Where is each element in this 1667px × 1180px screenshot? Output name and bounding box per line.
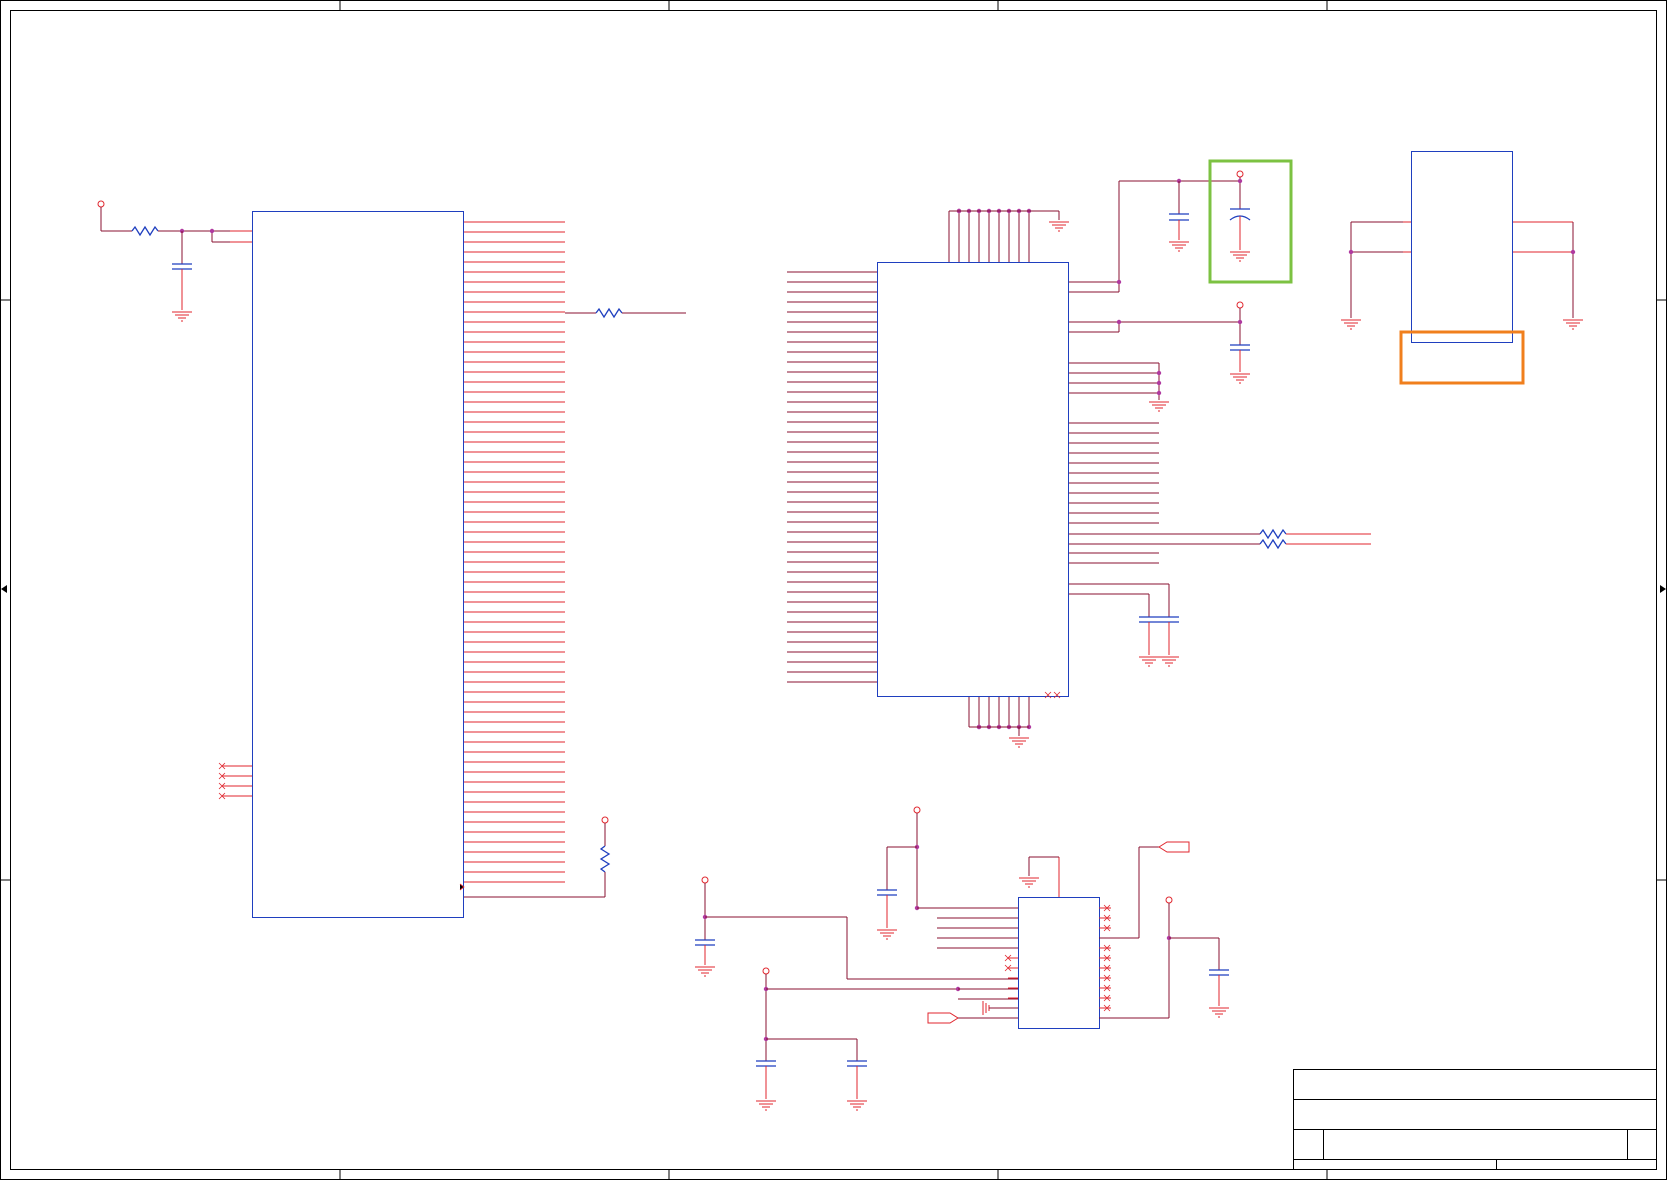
u4-supply-network (695, 806, 1018, 1111)
ground-symbol (1049, 221, 1069, 232)
u2-supply-decoupling (1069, 178, 1240, 293)
title-block (1293, 1069, 1657, 1170)
u2-load-capacitors (1069, 583, 1179, 667)
ic-u2-right-pins (1069, 422, 1159, 564)
ic-u4-right-pins (1099, 904, 1111, 1019)
pullup-resistor-r3 (459, 816, 611, 898)
vcc-power-symbol (97, 200, 105, 208)
ic-u2[interactable] (787, 208, 1159, 748)
ic-u4-left-pins (1008, 907, 1018, 1019)
u2-series-resistors (1069, 528, 1371, 550)
reset-rc-network (97, 200, 215, 322)
schematic-canvas (0, 0, 1667, 1180)
ic-u2-bottom-pins (968, 697, 1032, 748)
capacitor-c1 (172, 263, 192, 270)
u4-output-network (1099, 841, 1229, 1019)
ic-u2-top-pins (948, 208, 1069, 262)
input-port-flag (927, 1012, 959, 1024)
u2-grounded-pins (1069, 362, 1169, 412)
sheet-frame (0, 0, 1667, 1180)
polarized-capacitor-highlight[interactable] (1208, 159, 1293, 284)
resistor-r1 (131, 225, 159, 237)
ground-symbol (1009, 737, 1029, 748)
ic-u4[interactable] (1008, 856, 1111, 1029)
orange-highlight-region[interactable] (1399, 330, 1525, 385)
ground-symbol (172, 311, 192, 322)
ic-u1-right-pins (464, 221, 565, 883)
ic-u2-left-pins (787, 271, 877, 683)
resistor-r2 (565, 307, 686, 319)
ic-u3[interactable] (1341, 151, 1583, 343)
ic-u1[interactable] (211, 211, 565, 918)
output-port-flag (1158, 841, 1190, 853)
